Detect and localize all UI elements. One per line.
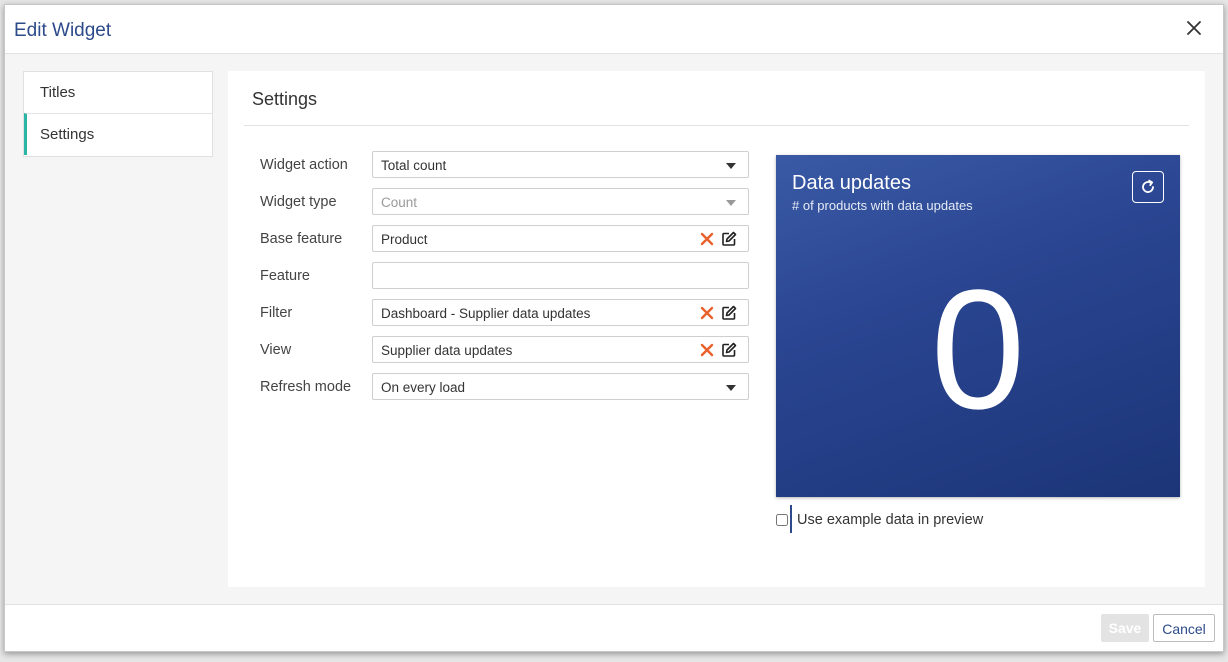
dialog-footer: Save Cancel: [5, 604, 1223, 651]
base-feature-field[interactable]: Product: [372, 225, 749, 252]
widget-action-label: Widget action: [260, 157, 348, 173]
widget-action-row: Widget action Total count: [260, 151, 751, 180]
example-data-label[interactable]: Use example data in preview: [797, 512, 983, 528]
dialog-title: Edit Widget: [14, 20, 112, 41]
example-data-checkbox[interactable]: [776, 514, 788, 526]
preview-title: Data updates: [792, 172, 911, 194]
refresh-icon: [1142, 179, 1154, 193]
view-row: View Supplier data updates: [260, 336, 751, 365]
view-field[interactable]: Supplier data updates: [372, 336, 749, 363]
filter-value: Dashboard - Supplier data updates: [381, 306, 591, 321]
preview-subtitle: # of products with data updates: [792, 198, 973, 213]
panel-title: Settings: [252, 89, 318, 109]
refresh-mode-select[interactable]: On every load: [372, 373, 749, 400]
feature-row: Feature: [260, 262, 751, 291]
feature-label: Feature: [260, 268, 310, 284]
clear-icon[interactable]: [700, 306, 714, 320]
chevron-down-icon: [726, 385, 736, 391]
widget-type-value: Count: [381, 195, 418, 210]
clear-icon[interactable]: [700, 232, 714, 246]
base-feature-row: Base feature Product: [260, 225, 751, 254]
tab-settings[interactable]: Settings: [24, 113, 212, 155]
widget-action-value: Total count: [381, 158, 447, 173]
refresh-mode-label: Refresh mode: [260, 379, 352, 395]
chevron-down-icon: [726, 163, 736, 169]
close-icon: [1187, 21, 1201, 35]
widget-action-select[interactable]: Total count: [372, 151, 749, 178]
edit-icon[interactable]: [721, 305, 737, 321]
text-cursor: [790, 505, 792, 533]
settings-tabs: Titles Settings: [23, 71, 213, 157]
widget-type-select: Count: [372, 188, 749, 215]
tab-titles[interactable]: Titles: [24, 72, 212, 113]
filter-row: Filter Dashboard - Supplier data updates: [260, 299, 751, 328]
save-button[interactable]: Save: [1101, 614, 1149, 642]
refresh-mode-row: Refresh mode On every load: [260, 373, 751, 402]
view-label: View: [260, 342, 292, 358]
base-feature-value: Product: [381, 232, 428, 247]
settings-panel: Settings Widget action Total count Widge…: [228, 71, 1205, 587]
filter-label: Filter: [260, 305, 293, 321]
cancel-button[interactable]: Cancel: [1153, 614, 1215, 642]
close-button[interactable]: [1183, 17, 1205, 39]
edit-icon[interactable]: [721, 231, 737, 247]
chevron-down-icon: [726, 200, 736, 206]
dialog-header: Edit Widget: [5, 5, 1223, 54]
view-value: Supplier data updates: [381, 343, 513, 358]
refresh-mode-value: On every load: [381, 380, 466, 395]
filter-field[interactable]: Dashboard - Supplier data updates: [372, 299, 749, 326]
edit-widget-dialog: Edit Widget Titles Settings Settings Wid…: [4, 4, 1224, 652]
base-feature-label: Base feature: [260, 231, 343, 247]
edit-icon[interactable]: [721, 342, 737, 358]
preview-refresh-button[interactable]: [1132, 171, 1164, 203]
widget-preview: Data updates # of products with data upd…: [776, 155, 1180, 497]
widget-type-row: Widget type Count: [260, 188, 751, 217]
widget-type-label: Widget type: [260, 194, 337, 210]
preview-count-value: 0: [930, 255, 1026, 445]
panel-divider: [244, 125, 1189, 126]
clear-icon[interactable]: [700, 343, 714, 357]
feature-input[interactable]: [372, 262, 749, 289]
